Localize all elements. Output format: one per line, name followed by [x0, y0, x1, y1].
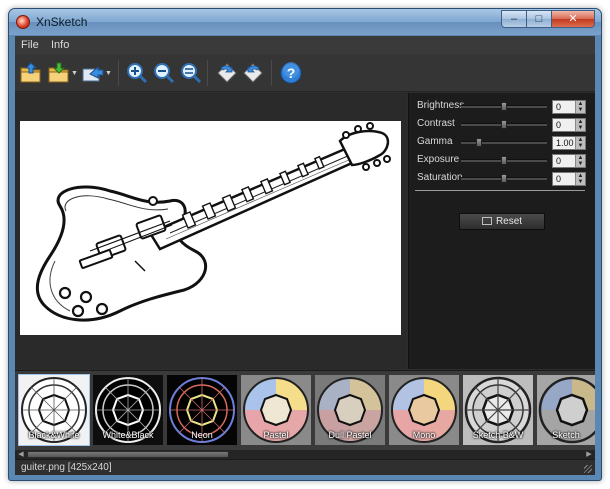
xnsketch-app-icon	[16, 15, 30, 29]
rotate-right-icon	[243, 63, 263, 83]
zoom-out-icon	[154, 63, 175, 84]
filter-thumb-dull-pastel[interactable]: Dull Pastel	[315, 375, 385, 445]
toolbar-separator	[207, 60, 208, 86]
save-button[interactable]	[47, 62, 71, 84]
filter-strip-scrollbar[interactable]: ◀ ▶	[15, 450, 595, 459]
save-dropdown-arrow-icon[interactable]: ▼	[71, 70, 78, 77]
gamma-spinbox[interactable]: 1.00 ▲ ▼	[552, 136, 586, 150]
slider-thumb[interactable]	[501, 174, 507, 183]
export-icon	[82, 65, 104, 82]
exposure-label: Exposure	[417, 154, 460, 165]
zoom-in-button[interactable]	[125, 62, 149, 84]
saturation-row: Saturation 0 ▲ ▼	[409, 170, 596, 188]
reset-button[interactable]: Reset	[459, 213, 545, 230]
slider-thumb[interactable]	[476, 138, 482, 147]
gamma-row: Gamma 1.00 ▲ ▼	[409, 134, 596, 152]
menu-info[interactable]: Info	[51, 39, 69, 51]
exposure-row: Exposure 0 ▲ ▼	[409, 152, 596, 170]
filter-thumb-black-white[interactable]: Black&White	[18, 374, 90, 446]
filter-thumb-sketch-bw[interactable]: Sketch B&W	[463, 375, 533, 445]
maximize-button[interactable]: □	[526, 10, 552, 28]
slider-thumb[interactable]	[501, 102, 507, 111]
brightness-label: Brightness	[417, 100, 465, 111]
contrast-label: Contrast	[417, 118, 455, 129]
gamma-label: Gamma	[417, 136, 453, 147]
saturation-spinbox[interactable]: 0 ▲ ▼	[552, 172, 586, 186]
folder-open-icon	[20, 62, 41, 83]
menu-file[interactable]: File	[21, 39, 39, 51]
reset-label: Reset	[495, 216, 523, 227]
contrast-row: Contrast 0 ▲ ▼	[409, 116, 596, 134]
brightness-slider[interactable]	[461, 102, 547, 111]
help-icon: ?	[280, 62, 302, 84]
brightness-spinbox[interactable]: 0 ▲ ▼	[552, 100, 586, 114]
rotate-left-icon	[217, 63, 237, 83]
gamma-slider[interactable]	[461, 138, 547, 147]
zoom-fit-button[interactable]	[179, 62, 203, 84]
zoom-fit-icon	[181, 63, 202, 84]
filter-thumb-sketch[interactable]: Sketch	[537, 375, 595, 445]
export-button[interactable]	[81, 62, 105, 84]
rotate-right-button[interactable]	[241, 62, 265, 84]
contrast-spinbox[interactable]: 0 ▲ ▼	[552, 118, 586, 132]
app-window: XnSketch – □ ✕ File Info ▼ ▼ ? Brightnes…	[8, 8, 602, 481]
spin-up-down-icon[interactable]: ▲ ▼	[575, 101, 585, 113]
reset-icon	[481, 217, 492, 225]
svg-text:?: ?	[287, 65, 296, 81]
spin-up-down-icon[interactable]: ▲ ▼	[575, 155, 585, 167]
filter-thumb-neon[interactable]: Neon	[167, 375, 237, 445]
resize-grip-icon[interactable]	[584, 465, 592, 473]
spin-up-down-icon[interactable]: ▲ ▼	[575, 137, 585, 149]
menu-bar: File Info	[15, 36, 595, 54]
window-controls: – □ ✕	[501, 10, 595, 28]
slider-thumb[interactable]	[501, 156, 507, 165]
status-bar: guiter.png [425x240]	[15, 459, 595, 475]
help-button[interactable]: ?	[279, 62, 303, 84]
guitar-sketch-image	[35, 122, 391, 322]
spin-up-down-icon[interactable]: ▲ ▼	[575, 119, 585, 131]
exposure-slider[interactable]	[461, 156, 547, 165]
sketch-preview-image	[20, 121, 401, 335]
toolbar-separator	[271, 60, 272, 86]
close-button[interactable]: ✕	[551, 10, 595, 28]
saturation-label: Saturation	[417, 172, 463, 183]
contrast-slider[interactable]	[461, 120, 547, 129]
rotate-left-button[interactable]	[215, 62, 239, 84]
toolbar-separator	[118, 60, 119, 86]
title-bar[interactable]: XnSketch – □ ✕	[9, 9, 601, 35]
spin-up-down-icon[interactable]: ▲ ▼	[575, 173, 585, 185]
filter-strip: Black&White White&Black Neon Pastel Dull…	[15, 370, 595, 450]
open-button[interactable]	[19, 62, 43, 84]
filter-thumb-white-black[interactable]: White&Black	[93, 375, 163, 445]
status-filename: guiter.png [425x240]	[21, 462, 112, 473]
scroll-left-icon[interactable]: ◀	[16, 450, 26, 459]
zoom-in-icon	[127, 63, 148, 84]
filter-thumb-pastel[interactable]: Pastel	[241, 375, 311, 445]
saturation-slider[interactable]	[461, 174, 547, 183]
zoom-out-button[interactable]	[152, 62, 176, 84]
client-area: File Info ▼ ▼ ? Brightness 0 ▲ ▼ Contras…	[15, 36, 595, 475]
folder-save-icon	[48, 62, 69, 83]
scrollbar-thumb[interactable]	[27, 451, 229, 458]
brightness-row: Brightness 0 ▲ ▼	[409, 98, 596, 116]
toolbar: ▼ ▼ ?	[15, 54, 595, 92]
adjustments-panel: Brightness 0 ▲ ▼ Contrast 0 ▲ ▼ Gamma 1.00 ▲ ▼…	[408, 93, 595, 369]
slider-thumb[interactable]	[501, 120, 507, 129]
export-dropdown-arrow-icon[interactable]: ▼	[105, 70, 112, 77]
filter-thumb-mono[interactable]: Mono	[389, 375, 459, 445]
scroll-right-icon[interactable]: ▶	[584, 450, 594, 459]
minimize-button[interactable]: –	[501, 10, 527, 28]
window-title: XnSketch	[36, 15, 88, 29]
canvas-area[interactable]	[15, 93, 407, 369]
panel-divider	[415, 190, 585, 191]
exposure-spinbox[interactable]: 0 ▲ ▼	[552, 154, 586, 168]
